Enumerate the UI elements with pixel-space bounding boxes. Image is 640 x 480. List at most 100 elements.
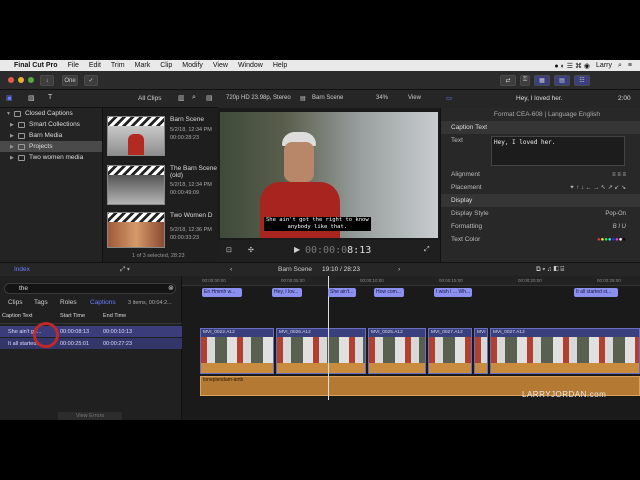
alignment-buttons[interactable]: ≡ ≡ ≡ xyxy=(612,172,626,178)
format-dropdown[interactable]: Format CEA-608 | Language English xyxy=(441,108,640,121)
viewer-header: 720p HD 23.98p, Stereo ▤ Barn Scene 34% … xyxy=(218,90,440,108)
waveform xyxy=(475,363,487,373)
skimming-icons[interactable]: ⧉ ▾ ♫ ◧ ⌸ xyxy=(536,266,564,274)
caption-clip[interactable]: It all started st... xyxy=(574,288,618,297)
caption-text-field[interactable]: Hey, I loved her. xyxy=(491,136,625,166)
browser-toggle-icon[interactable]: ▦ xyxy=(534,75,550,86)
video-clip[interactable]: MVI_0027.A12 xyxy=(428,328,472,374)
tab-captions[interactable]: Captions xyxy=(90,299,116,306)
fullscreen-icon[interactable]: ⤢ xyxy=(424,246,430,254)
view-dropdown[interactable]: View xyxy=(408,95,421,101)
video-clip[interactable]: MVI xyxy=(474,328,488,374)
menu-mark[interactable]: Mark xyxy=(135,62,151,69)
library-item-label: Smart Collections xyxy=(29,121,80,128)
back-arrow-icon[interactable]: ‹ xyxy=(230,266,232,273)
caption-clip[interactable]: She ain't... xyxy=(328,288,356,297)
menu-help[interactable]: Help xyxy=(273,62,287,69)
disclosure-icon[interactable]: ▶ xyxy=(10,122,18,128)
timecode-display[interactable]: 00:00:08:13 xyxy=(305,245,371,256)
tab-tags[interactable]: Tags xyxy=(34,299,48,306)
menu-window[interactable]: Window xyxy=(238,62,263,69)
app-menu[interactable]: Final Cut Pro xyxy=(14,62,58,69)
caption-clip[interactable]: En Hmmh w... xyxy=(202,288,242,297)
filmstrip-icon[interactable]: ▤ xyxy=(206,94,213,102)
view-errors-button[interactable]: View Errors xyxy=(58,412,122,420)
background-tasks-icon[interactable]: ✓ xyxy=(84,75,98,86)
caption-row[interactable]: It all started... 00:00:25:01 00:00:27:2… xyxy=(0,338,182,349)
index-search-input[interactable]: the xyxy=(4,283,176,294)
disclosure-icon[interactable]: ▶ xyxy=(10,144,18,150)
ruler-tick: 00:00:25:00 xyxy=(597,278,621,283)
project-clip[interactable]: The Barn Scene (old) 5/2/18, 12:34 PM 00:0… xyxy=(105,161,217,205)
timeline-toggle-icon[interactable]: ▤ xyxy=(554,75,570,86)
caption-clip[interactable]: I wish I ... Wh... xyxy=(434,288,472,297)
disclosure-icon[interactable]: ▶ xyxy=(10,155,18,161)
share-icon[interactable]: ⇄ xyxy=(500,75,516,86)
disclosure-icon[interactable]: ▶ xyxy=(10,133,18,139)
menu-trim[interactable]: Trim xyxy=(111,62,125,69)
library-item[interactable]: ▼ Closed Captions xyxy=(0,108,102,119)
timeline-ruler[interactable]: 00:00:00:00 00:00:05:00 00:00:10:00 00:00:1… xyxy=(182,276,640,286)
titles-icon[interactable]: T xyxy=(48,94,52,101)
forward-arrow-icon[interactable]: › xyxy=(398,266,400,273)
project-clip[interactable]: Two Women D 5/2/18, 12:36 PM 00:00:33:23 xyxy=(105,208,217,252)
close-window-icon[interactable] xyxy=(8,77,14,83)
display-section[interactable]: Display xyxy=(441,194,640,207)
caption-row[interactable]: She ain't go... 00:00:08:13 00:00:10:13 xyxy=(0,326,182,337)
cursor-highlight xyxy=(33,322,59,348)
play-icon[interactable]: ▶ xyxy=(294,245,300,254)
video-viewer[interactable]: She ain't got the right to know anybody … xyxy=(218,108,440,240)
transform-icon[interactable]: ⊡ xyxy=(226,246,232,254)
video-clip[interactable]: MVI_0026.A12 xyxy=(276,328,366,374)
inspector-toggle-icon[interactable]: ☷ xyxy=(574,75,590,86)
menu-edit[interactable]: Edit xyxy=(89,62,101,69)
minimize-window-icon[interactable] xyxy=(18,77,24,83)
color-swatches[interactable]: ●●●●●●●● xyxy=(597,237,626,243)
menu-modify[interactable]: Modify xyxy=(182,62,203,69)
placement-arrows[interactable]: ✦ ↑ ↓ ← → ↖ ↗ ↙ ↘ xyxy=(570,184,626,191)
project-clip[interactable]: Barn Scene 5/2/18, 12:34 PM 00:00:28:23 xyxy=(105,112,217,156)
video-clip[interactable]: MVI_0027.A12 xyxy=(490,328,640,374)
libraries-icon[interactable]: ▣ xyxy=(6,94,13,102)
key-icon[interactable]: ⚿ xyxy=(520,75,530,86)
zoom-dropdown[interactable]: 34% xyxy=(376,95,388,101)
tab-roles[interactable]: Roles xyxy=(60,299,77,306)
col-end-time[interactable]: End Time xyxy=(103,313,146,323)
menu-clip[interactable]: Clip xyxy=(160,62,172,69)
user-menu[interactable]: Larry xyxy=(596,62,612,69)
timeline-tools-icon[interactable]: ⤢ ▾ xyxy=(120,266,130,274)
tab-clips[interactable]: Clips xyxy=(8,299,22,306)
video-clip[interactable]: MVI_0025.A12 xyxy=(368,328,426,374)
clear-search-icon[interactable]: ⊗ xyxy=(168,284,174,292)
menu-file[interactable]: File xyxy=(68,62,79,69)
caption-clip[interactable]: Hey, I lov... xyxy=(272,288,302,297)
keyword-button[interactable]: One xyxy=(62,75,78,86)
browser-search-icon[interactable]: ⌕ xyxy=(192,94,196,102)
clip-thumbnail xyxy=(107,165,165,205)
filmstrip xyxy=(369,337,425,363)
clip-appearance-icon[interactable]: ▥ xyxy=(178,94,185,102)
library-item[interactable]: ▶ Two women media xyxy=(0,152,102,163)
display-style-dropdown[interactable]: Pop-On xyxy=(605,211,626,217)
index-toggle[interactable]: Index xyxy=(14,266,30,273)
enhance-icon[interactable]: ✣ xyxy=(248,246,254,254)
photos-icon[interactable]: ▨ xyxy=(28,94,35,102)
disclosure-icon[interactable]: ▼ xyxy=(6,111,14,117)
clip-filter-dropdown[interactable]: All Clips xyxy=(138,95,161,102)
search-icon[interactable]: ⌕ xyxy=(618,62,622,70)
library-item[interactable]: ▶ Barn Media xyxy=(0,130,102,141)
library-item[interactable]: ▶ Projects xyxy=(0,141,102,152)
col-caption-text[interactable]: Caption Text xyxy=(0,313,60,323)
caption-text-section[interactable]: Caption Text xyxy=(441,121,640,134)
col-start-time[interactable]: Start Time xyxy=(60,313,103,323)
timeline[interactable]: 00:00:00:00 00:00:05:00 00:00:10:00 00:00:1… xyxy=(182,276,640,420)
caption-clip[interactable]: How com... xyxy=(374,288,404,297)
import-icon[interactable]: ↓ xyxy=(40,75,54,86)
library-item[interactable]: ▶ Smart Collections xyxy=(0,119,102,130)
formatting-buttons[interactable]: B I U xyxy=(613,224,626,230)
menu-view[interactable]: View xyxy=(213,62,228,69)
menu-list-icon[interactable]: ≡ xyxy=(628,62,632,69)
video-clip[interactable]: MVI_0022.A12 xyxy=(200,328,274,374)
zoom-window-icon[interactable] xyxy=(28,77,34,83)
caption-inspector-icon[interactable]: ▭ xyxy=(446,94,452,102)
